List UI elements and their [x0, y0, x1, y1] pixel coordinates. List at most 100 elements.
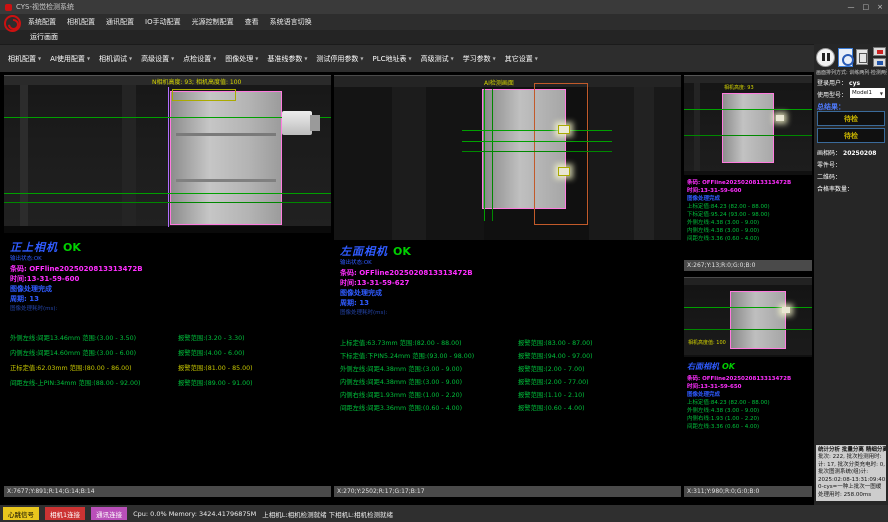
field-row: 二维码： [817, 172, 887, 181]
minimize-button[interactable]: — [848, 3, 855, 11]
result-info-front: 左面相机OK 输出状态:OK 条码: OFFline20250208133134… [340, 247, 679, 318]
menu-item-view[interactable]: 查看 [245, 17, 259, 27]
preview-result-lines: 条码: OFFline2025020813313472B 时间:13-31-59… [687, 375, 812, 431]
result-display-2: 待检 [817, 128, 885, 143]
time-text: 时间:13-31-59-600 [10, 274, 329, 284]
stop-mini-button[interactable] [873, 47, 886, 56]
output-status: 输出状态:OK [10, 254, 329, 264]
camera-view-preview-1[interactable]: 相机高度: 93 [684, 75, 812, 175]
toolbar-item-learning-params[interactable]: 学习参数▼ [463, 54, 496, 64]
toolbar-item-advanced-settings[interactable]: 高级设置▼ [141, 54, 174, 64]
connector-tip [310, 115, 320, 131]
image-overlay-text: 相机高度值: 100 [688, 339, 726, 346]
model-select[interactable]: Model1▼ [850, 88, 885, 98]
product-detail [176, 179, 276, 182]
camera-status-text: 上相机L:相机检测就绪 下相机L:相机检测就绪 [262, 509, 393, 519]
statusbar: 心跳信号 相机1连接 通讯连接 Cpu: 0.0% Memory: 3424.4… [0, 505, 888, 522]
display-mode-caption: 画面排列方式: 训练两列·检测两列 [816, 69, 887, 76]
toolbar-item-camera-config[interactable]: 相机配置▼ [8, 54, 41, 64]
measurement-text: 外侧左线:4.38 (3.00 - 9.00) [687, 219, 812, 227]
settings-mini-button[interactable] [873, 58, 886, 67]
menu-item-comm-config[interactable]: 通讯配置 [106, 17, 134, 27]
chevron-down-icon: ▼ [493, 56, 496, 61]
toolbar-item-image-processing[interactable]: 图像处理▼ [225, 54, 258, 64]
toolbar-item-advanced-test[interactable]: 高级测试▼ [421, 54, 454, 64]
tab-run-screen[interactable]: 运行画面 [30, 32, 58, 42]
camera-result-row: 正上相机OK [10, 243, 329, 254]
app-logo-icon [4, 15, 21, 32]
chevron-down-icon: ▼ [213, 56, 216, 61]
toolbar-item-other-settings[interactable]: 其它设置▼ [505, 54, 538, 64]
measurement-text: 上标定值:84.23 (82.00 - 88.00) [687, 203, 812, 211]
toolbar-item-baseline-params[interactable]: 基准线参数▼ [267, 54, 307, 64]
alarm-range-text: 报警范围:(89.00 - 91.00) [178, 380, 253, 387]
camera-preview-2: 相机高度值: 100 右面相机OK 条码: OFFline20250208133… [684, 277, 812, 497]
measurement-text: 下标定值:下PIN5.24mm 范围:(93.00 - 98.00) [340, 350, 518, 363]
field-label: 画相码： [817, 150, 841, 157]
process-status: 图像处理完成 [687, 391, 812, 399]
camera-capture-button[interactable] [838, 48, 853, 67]
camera-preview-1: 相机高度: 93 条码: OFFline2025020813313472B 时间… [684, 75, 812, 271]
statistics-line: 计: 17, 批次分类充电时: 0, [818, 462, 884, 470]
menu-item-camera-config[interactable]: 相机配置 [67, 17, 95, 27]
measurement-row: 下标定值:下PIN5.24mm 范围:(93.00 - 98.00)报警范围:(… [340, 350, 681, 363]
output-status: 输出状态:OK [340, 258, 679, 268]
led-spot [558, 125, 570, 134]
cpu-memory-text: Cpu: 0.0% Memory: 3424.41796875M [133, 510, 256, 518]
chevron-down-icon: ▼ [451, 56, 454, 61]
overlay-line-horizontal [462, 130, 612, 131]
process-status: 图像处理完成 [687, 195, 812, 203]
menu-item-language-switch[interactable]: 系统语言切换 [270, 17, 312, 27]
alarm-range-text: 报警范围:(2.00 - 77.00) [518, 379, 589, 386]
barcode-text: 条码: OFFline2025020813313472B [687, 375, 812, 383]
image-overlay-text: N相机高度: 93; 相机高度值: 100 [152, 77, 241, 86]
toolbar-item-camera-debug[interactable]: 相机调试▼ [99, 54, 132, 64]
camera-view-front[interactable]: AI检测画面 [334, 75, 681, 240]
toolbar-item-test-disable-params[interactable]: 测试停用参数▼ [316, 54, 363, 64]
titlebar[interactable]: CYS-视觉检测系统 — □ × [0, 0, 888, 14]
overlay-line-vertical [492, 89, 493, 221]
tool-button[interactable] [856, 49, 868, 65]
measurement-text: 外侧左线:4.38 (3.00 - 9.00) [687, 407, 812, 415]
toolbar-item-ai-config[interactable]: AI使用配置▼ [50, 54, 90, 64]
chevron-down-icon: ▼ [255, 56, 258, 61]
machinery-band [684, 277, 812, 285]
chevron-down-icon: ▼ [129, 56, 132, 61]
measurement-text: 内侧左线:间距4.38mm 范围:(3.00 - 9.00) [340, 376, 518, 389]
measurement-text: 上标定值:84.23 (82.00 - 88.00) [687, 399, 812, 407]
cycle-text: 周期: 13 [10, 294, 329, 304]
overlay-line-horizontal [4, 193, 331, 194]
process-note: 图像处理耗时(ms): [340, 308, 679, 318]
overlay-line-horizontal [684, 329, 812, 330]
camera-name: 正上相机 [10, 241, 58, 254]
measurement-text: 间距左线-上PIN:34mm 范围:(88.00 - 92.00) [10, 376, 178, 391]
product-region [722, 93, 774, 163]
statistics-block: 统计分析 批量分离 精细分离 批次: 222, 批次检测用时: 计: 17, 批… [816, 445, 886, 502]
control-button-row [816, 46, 886, 68]
toolbar-item-spot-check[interactable]: 点检设置▼ [183, 54, 216, 64]
chevron-down-icon: ▼ [38, 56, 41, 61]
menu-item-light-control-config[interactable]: 光源控制配置 [192, 17, 234, 27]
app-window: CYS-视觉检测系统 — □ × 系统配置 相机配置 通讯配置 IO手动配置 光… [0, 0, 888, 522]
camera-view-preview-2[interactable]: 相机高度值: 100 [684, 277, 812, 357]
statistics-line: 0-cys=一种上批次一图缓 [818, 484, 884, 492]
menu-item-io-manual-config[interactable]: IO手动配置 [145, 17, 181, 27]
pixel-coord-readout: X:311;Y:980;R:0;G:0;B:0 [684, 486, 812, 497]
barcode-text: 条码: OFFline2025020813313472B [687, 179, 812, 187]
toolbar-item-plc-address-table[interactable]: PLC地址表▼ [372, 54, 411, 64]
login-user-row: 登录用户：cys [817, 78, 887, 87]
menu-item-system-config[interactable]: 系统配置 [28, 17, 56, 27]
maximize-button[interactable]: □ [863, 3, 870, 11]
alarm-range-text: 报警范围:(4.00 - 6.00) [178, 350, 245, 357]
pause-button[interactable] [816, 48, 835, 67]
camera-panel-top: N相机高度: 93; 相机高度值: 100 正上相机OK 输出状态:OK 条码:… [4, 75, 331, 497]
led-spot [558, 167, 570, 176]
chevron-down-icon: ▼ [409, 56, 412, 61]
measurement-row: 内侧右线:间距1.93mm 范围:(1.00 - 2.20)报警范围:(1.10… [340, 389, 681, 402]
overlay-line-vertical [168, 87, 169, 227]
image-overlay-text: 相机高度: 93 [724, 84, 754, 91]
alarm-range-text: 报警范围:(81.00 - 85.00) [178, 365, 253, 372]
close-button[interactable]: × [877, 3, 883, 11]
chevron-down-icon: ▼ [880, 91, 883, 96]
camera-view-top[interactable]: N相机高度: 93; 相机高度值: 100 [4, 75, 331, 233]
